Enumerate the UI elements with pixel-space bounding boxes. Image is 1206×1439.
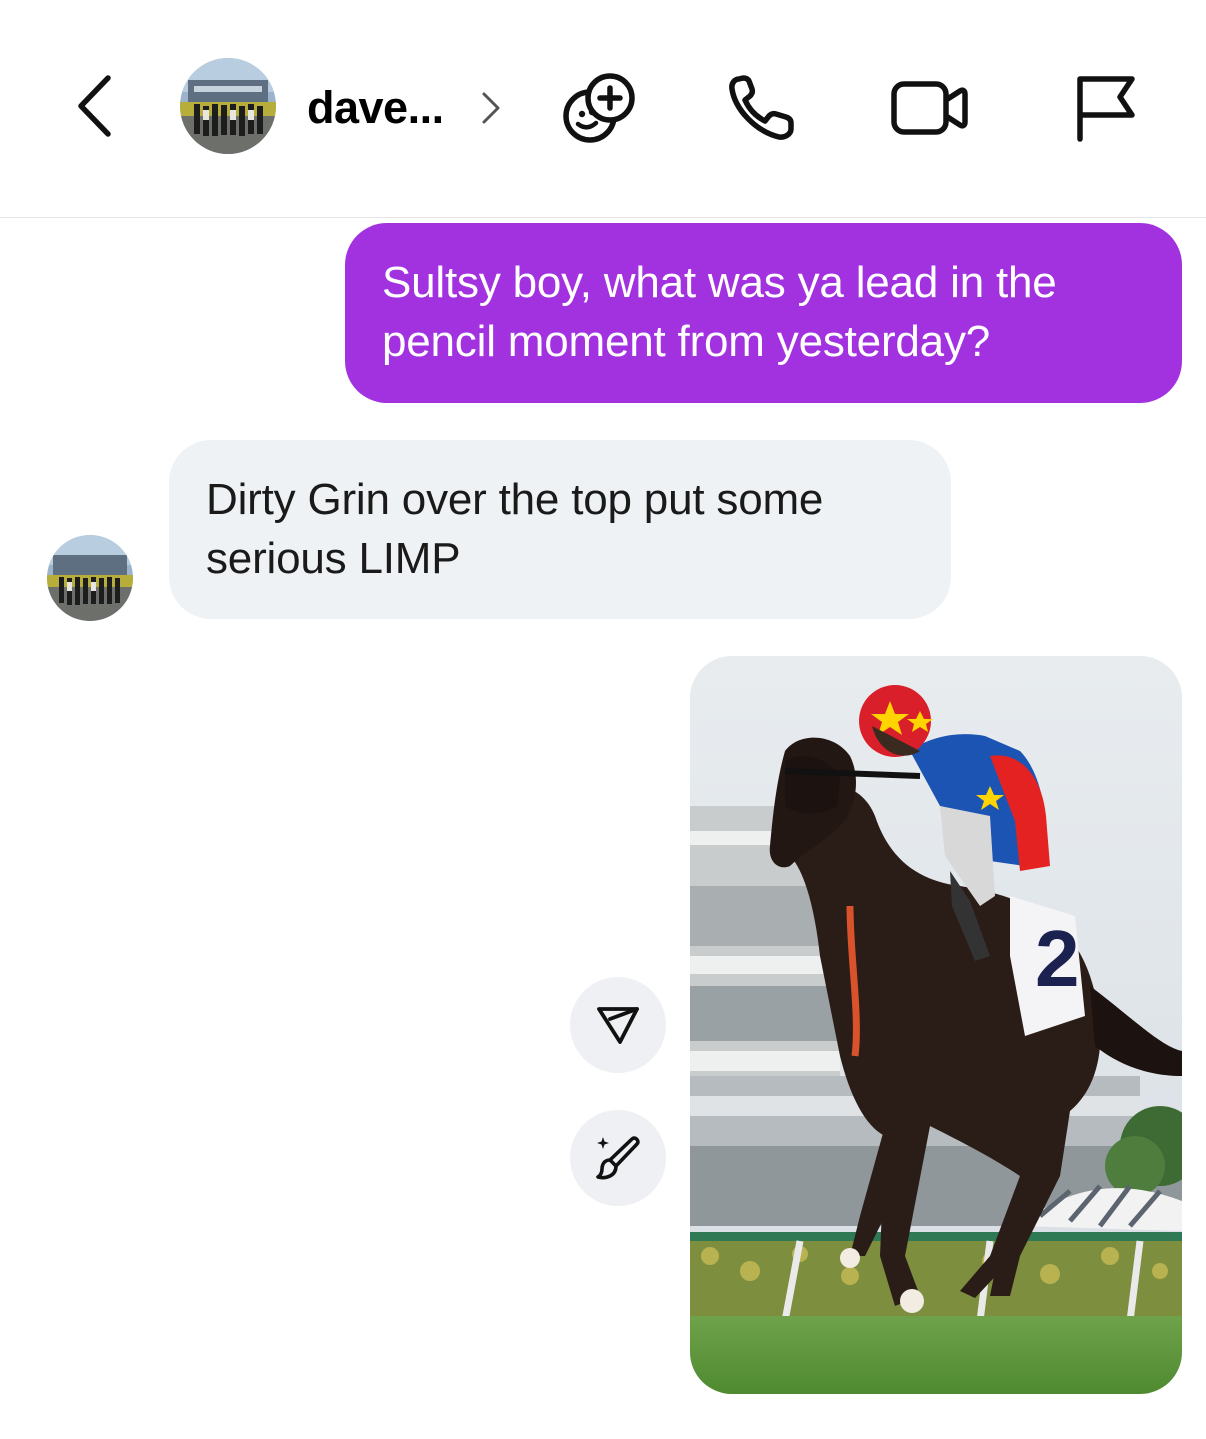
message-text: Dirty Grin over the top put some serious… [206, 475, 824, 583]
sender-avatar[interactable] [47, 535, 133, 621]
chevron-left-icon [78, 75, 111, 137]
contact-avatar[interactable] [180, 58, 276, 154]
video-camera-icon [891, 81, 968, 135]
share-button[interactable] [570, 977, 666, 1073]
chat-screen: dave... Sultsy boy, what was ya lead in … [0, 0, 1206, 1439]
ai-edit-button[interactable] [570, 1110, 666, 1206]
racehorse-photo: 2 [690, 656, 1182, 1394]
saddle-cloth-number: 2 [1035, 914, 1080, 1003]
call-button[interactable] [722, 70, 802, 146]
sticker-add-icon [563, 73, 635, 143]
effects-button[interactable] [558, 70, 642, 146]
paper-plane-icon [597, 1007, 639, 1044]
back-button[interactable] [62, 66, 128, 146]
sparkle-brush-icon [596, 1136, 640, 1180]
chevron-right-icon[interactable] [478, 88, 504, 128]
video-call-button[interactable] [886, 70, 974, 146]
photo-message[interactable]: 2 [690, 656, 1182, 1394]
contact-name[interactable]: dave... [307, 80, 444, 136]
report-button[interactable] [1066, 70, 1142, 146]
incoming-message[interactable]: Dirty Grin over the top put some serious… [169, 440, 951, 619]
phone-icon [729, 75, 794, 140]
chat-header: dave... [0, 0, 1206, 218]
message-text: Sultsy boy, what was ya lead in the penc… [382, 258, 1057, 366]
outgoing-message[interactable]: Sultsy boy, what was ya lead in the penc… [345, 223, 1182, 403]
flag-icon [1077, 76, 1135, 142]
